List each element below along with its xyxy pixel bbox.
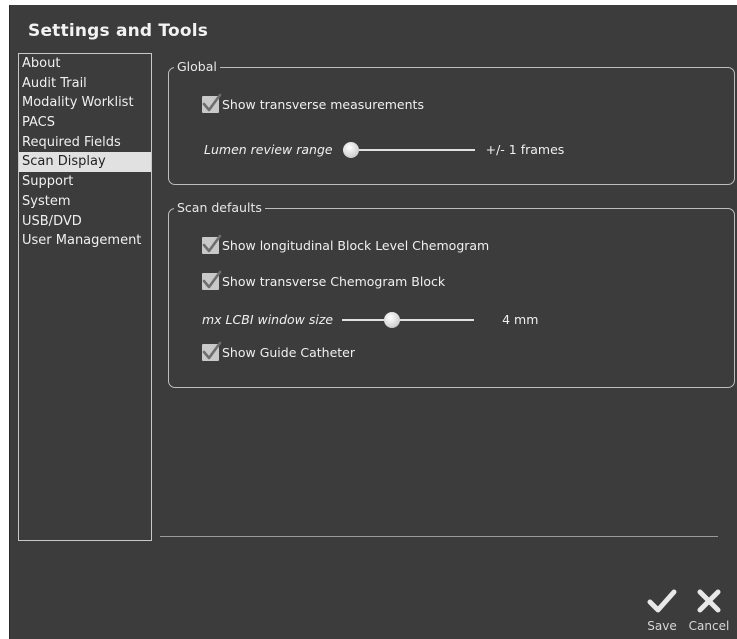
global-group-title: Global <box>174 59 220 75</box>
show-guide-catheter-label: Show Guide Catheter <box>222 345 356 360</box>
slider-thumb[interactable] <box>383 311 400 328</box>
global-group: Global <box>168 59 735 185</box>
show-guide-catheter-checkbox[interactable]: Show Guide Catheter <box>202 341 356 361</box>
show-transverse-measurements-label: Show transverse measurements <box>222 97 424 112</box>
window-title: Settings and Tools <box>28 21 209 41</box>
footer-divider <box>160 536 718 537</box>
sidebar-item-about[interactable]: About <box>19 54 151 74</box>
show-longitudinal-block-checkbox[interactable]: Show longitudinal Block Level Chemogram <box>202 234 490 254</box>
lcbi-window-size-value: 4 mm <box>502 312 539 327</box>
show-transverse-measurements-checkbox[interactable]: Show transverse measurements <box>202 93 424 113</box>
lcbi-window-size-label: mx LCBI window size <box>202 312 334 327</box>
lumen-review-range-label: Lumen review range <box>204 142 333 157</box>
checkbox-checked-icon[interactable] <box>202 93 222 113</box>
show-transverse-chemogram-label: Show transverse Chemogram Block <box>222 274 446 289</box>
checkbox-checked-icon[interactable] <box>202 341 222 361</box>
save-label: Save <box>647 619 677 633</box>
sidebar-item-audit-trail[interactable]: Audit Trail <box>19 74 151 94</box>
sidebar-item-support[interactable]: Support <box>19 172 151 192</box>
checkbox-checked-icon[interactable] <box>202 234 222 254</box>
scan-defaults-group: Scan defaults <box>168 200 735 388</box>
show-longitudinal-block-label: Show longitudinal Block Level Chemogram <box>222 238 490 253</box>
sidebar-item-pacs[interactable]: PACS <box>19 113 151 133</box>
sidebar-item-scan-display[interactable]: Scan Display <box>19 152 151 173</box>
sidebar-item-user-management[interactable]: User Management <box>19 231 151 251</box>
settings-category-list[interactable]: About Audit Trail Modality Worklist PACS… <box>18 53 152 541</box>
lumen-review-range-slider[interactable] <box>342 141 475 158</box>
checkmark-icon <box>647 589 677 613</box>
lumen-review-range-row: Lumen review range +/- 1 frames <box>204 141 565 158</box>
scan-defaults-group-title: Scan defaults <box>174 200 265 216</box>
slider-thumb[interactable] <box>342 141 359 158</box>
lumen-review-range-value: +/- 1 frames <box>485 142 565 157</box>
x-icon <box>697 589 721 613</box>
show-transverse-chemogram-checkbox[interactable]: Show transverse Chemogram Block <box>202 270 446 290</box>
sidebar-item-system[interactable]: System <box>19 192 151 212</box>
lcbi-window-size-slider[interactable] <box>342 311 475 328</box>
sidebar-item-usb-dvd[interactable]: USB/DVD <box>19 212 151 232</box>
sidebar-item-required-fields[interactable]: Required Fields <box>19 133 151 153</box>
cancel-button[interactable]: Cancel <box>688 589 730 633</box>
lcbi-window-size-row: mx LCBI window size 4 mm <box>202 311 539 328</box>
sidebar-item-modality-worklist[interactable]: Modality Worklist <box>19 93 151 113</box>
checkbox-checked-icon[interactable] <box>202 270 222 290</box>
save-button[interactable]: Save <box>645 589 679 633</box>
cancel-label: Cancel <box>688 619 730 633</box>
